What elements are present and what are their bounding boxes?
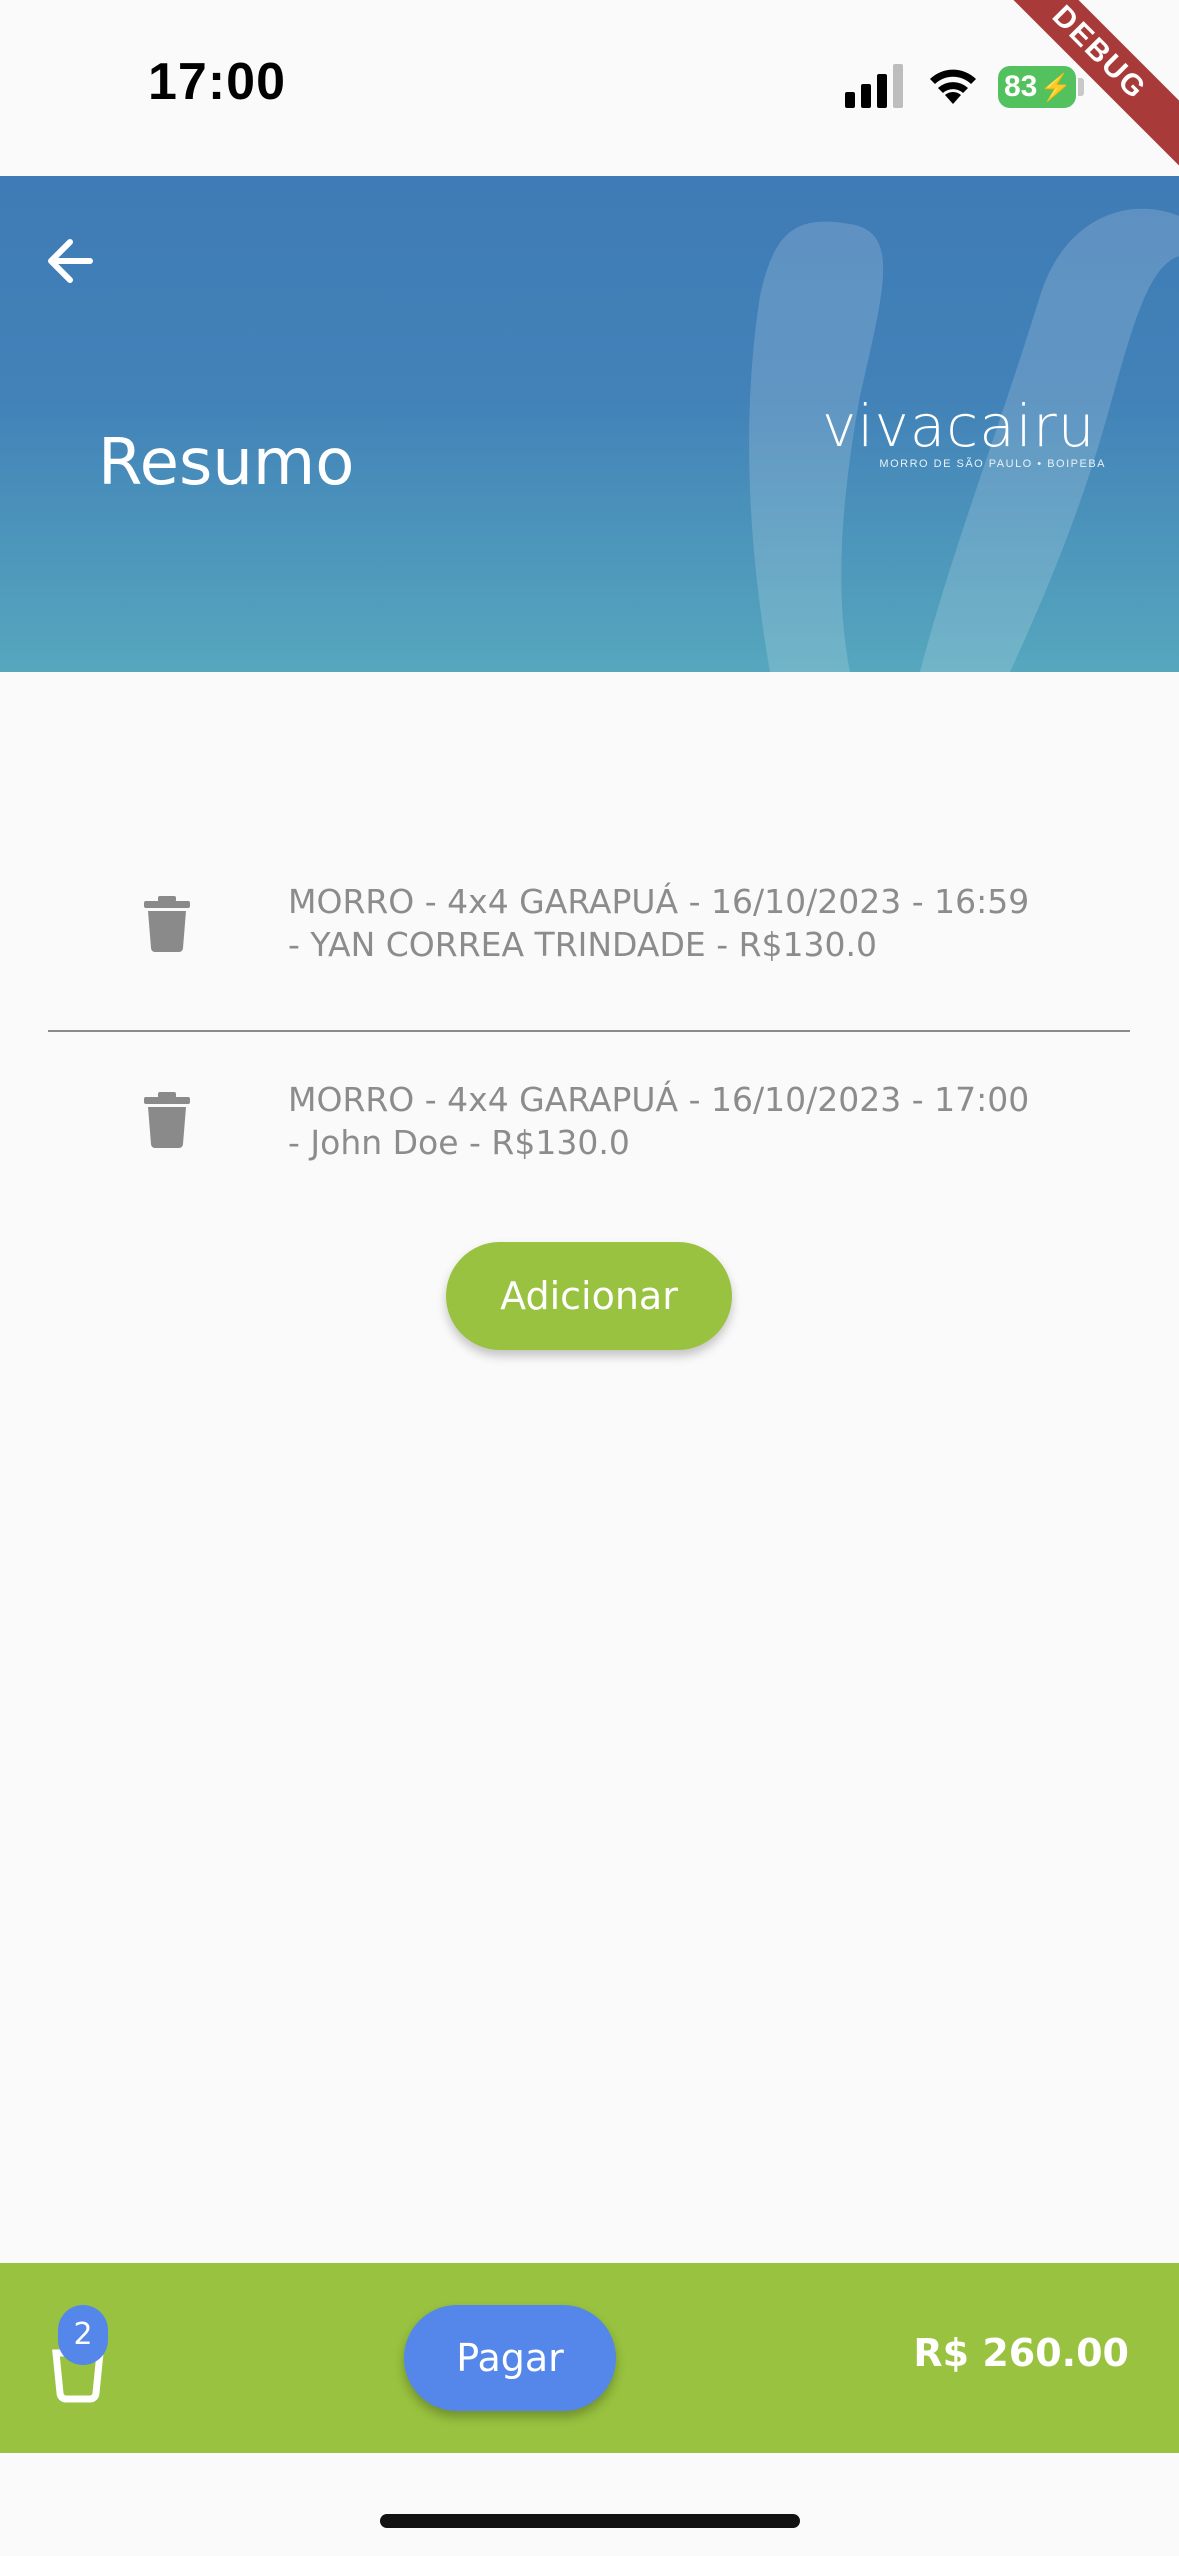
battery-charging-icon: 83 ⚡ [998, 66, 1076, 108]
signal-icon [845, 64, 903, 108]
home-indicator[interactable] [380, 2514, 800, 2528]
list-item: MORRO - 4x4 GARAPUÁ - 16/10/2023 - 17:00… [48, 1032, 1130, 1232]
trash-icon[interactable] [144, 896, 190, 952]
item-line-2: - John Doe - R$130.0 [288, 1123, 630, 1162]
status-time: 17:00 [148, 53, 286, 111]
brand-logo: vivacairu MORRO DE SÃO PAULO • BOIPEBA [822, 396, 1112, 470]
arrow-left-icon[interactable] [38, 226, 108, 296]
item-line-1: MORRO - 4x4 GARAPUÁ - 16/10/2023 - 17:00 [288, 1080, 1030, 1119]
page-title: Resumo [98, 426, 355, 500]
add-button[interactable]: Adicionar [446, 1242, 732, 1350]
trash-icon[interactable] [144, 1092, 190, 1148]
wifi-icon [930, 69, 976, 104]
battery-level: 83 [1004, 70, 1038, 103]
item-line-2: - YAN CORREA TRINDADE - R$130.0 [288, 925, 877, 964]
item-line-1: MORRO - 4x4 GARAPUÁ - 16/10/2023 - 16:59 [288, 882, 1030, 921]
battery-cap [1078, 78, 1084, 96]
list-item: MORRO - 4x4 GARAPUÁ - 16/10/2023 - 16:59… [48, 850, 1130, 1032]
item-description: MORRO - 4x4 GARAPUÁ - 16/10/2023 - 17:00… [288, 1078, 1108, 1164]
cart-badge: 2 [58, 2305, 108, 2365]
booking-list: MORRO - 4x4 GARAPUÁ - 16/10/2023 - 16:59… [48, 850, 1130, 1232]
status-bar: 17:00 83 ⚡ [0, 0, 1179, 176]
bolt-icon: ⚡ [1039, 72, 1072, 102]
summary-screen: 17:00 83 ⚡ DEBUG Resumo vivacairu MORRO … [0, 0, 1179, 2556]
brand-name: vivacairu [822, 392, 1096, 460]
checkout-bar: 2 Pagar R$ 260.00 [0, 2263, 1179, 2453]
header: Resumo vivacairu MORRO DE SÃO PAULO • BO… [0, 176, 1179, 672]
cart-total: R$ 260.00 [913, 2331, 1129, 2375]
pay-button[interactable]: Pagar [404, 2305, 616, 2411]
item-description: MORRO - 4x4 GARAPUÁ - 16/10/2023 - 16:59… [288, 880, 1108, 966]
